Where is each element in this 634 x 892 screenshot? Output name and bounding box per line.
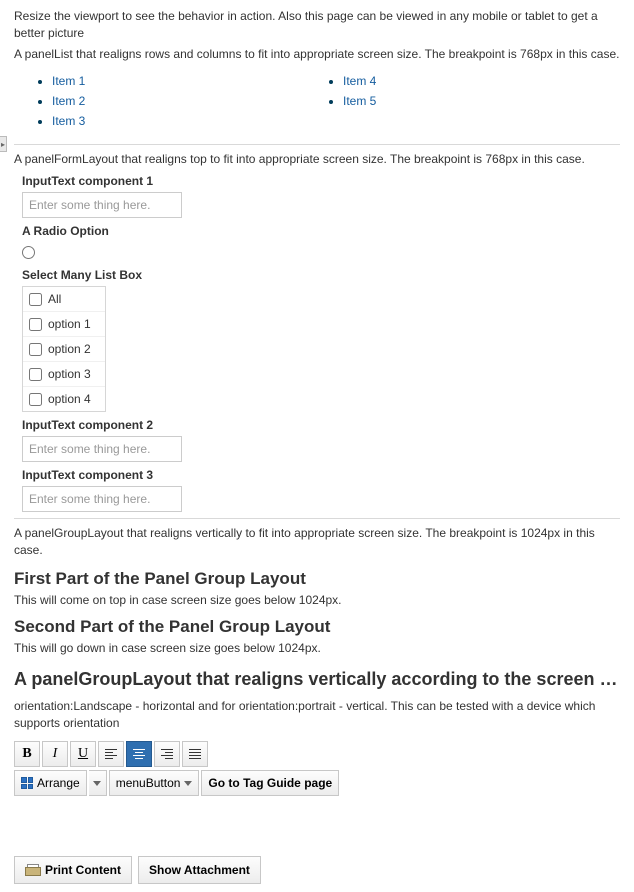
- printer-icon: [25, 864, 39, 876]
- select-many-listbox: All option 1 option 2 option 3 option 4: [22, 286, 106, 412]
- orientation-title: A panelGroupLayout that realigns vertica…: [14, 669, 620, 690]
- input1-field[interactable]: [22, 192, 182, 218]
- panel-list-item[interactable]: Item 3: [52, 114, 85, 128]
- menu-button-label: menuButton: [116, 776, 181, 790]
- chevron-down-icon: [93, 781, 101, 786]
- panel-list-item[interactable]: Item 4: [343, 74, 376, 88]
- listbox-opt: option 3: [48, 367, 91, 381]
- bold-button[interactable]: B: [14, 741, 40, 767]
- underline-button[interactable]: U: [70, 741, 96, 767]
- divider: [14, 518, 620, 519]
- align-left-button[interactable]: [98, 741, 124, 767]
- input2-label: InputText component 2: [22, 418, 620, 432]
- listbox-check[interactable]: [29, 343, 42, 356]
- listbox-check[interactable]: [29, 293, 42, 306]
- panel-form-desc: A panelFormLayout that realigns top to f…: [14, 151, 620, 168]
- input2-field[interactable]: [22, 436, 182, 462]
- orientation-desc: orientation:Landscape - horizontal and f…: [14, 698, 620, 732]
- radio-label: A Radio Option: [22, 224, 620, 238]
- listbox-check[interactable]: [29, 318, 42, 331]
- page-intro: Resize the viewport to see the behavior …: [14, 8, 620, 42]
- pgl-desc-2: This will go down in case screen size go…: [14, 641, 620, 655]
- listbox-label: Select Many List Box: [22, 268, 620, 282]
- input3-label: InputText component 3: [22, 468, 620, 482]
- listbox-opt: option 4: [48, 392, 91, 406]
- collapse-handle[interactable]: ▸: [0, 136, 7, 152]
- radio-option[interactable]: [22, 246, 35, 259]
- input3-field[interactable]: [22, 486, 182, 512]
- pgl-heading-2: Second Part of the Panel Group Layout: [14, 617, 620, 637]
- listbox-check[interactable]: [29, 393, 42, 406]
- arrange-label: Arrange: [37, 776, 80, 790]
- pgl-heading-1: First Part of the Panel Group Layout: [14, 569, 620, 589]
- menu-button[interactable]: menuButton: [109, 770, 200, 796]
- grid-icon: [21, 777, 33, 789]
- rich-toolbar: B I U Arrange menuButton Go to Tag Guide…: [14, 741, 620, 796]
- italic-button[interactable]: I: [42, 741, 68, 767]
- pgl-desc-1: This will come on top in case screen siz…: [14, 593, 620, 607]
- align-justify-button[interactable]: [182, 741, 208, 767]
- go-to-tag-guide-button[interactable]: Go to Tag Guide page: [201, 770, 339, 796]
- chevron-down-icon: [184, 781, 192, 786]
- panel-list-item[interactable]: Item 1: [52, 74, 85, 88]
- align-right-button[interactable]: [154, 741, 180, 767]
- listbox-check[interactable]: [29, 368, 42, 381]
- listbox-opt: option 1: [48, 317, 91, 331]
- listbox-opt: option 2: [48, 342, 91, 356]
- print-label: Print Content: [45, 863, 121, 877]
- listbox-opt: All: [48, 292, 61, 306]
- show-attachment-button[interactable]: Show Attachment: [138, 856, 261, 884]
- panel-list-item[interactable]: Item 2: [52, 94, 85, 108]
- align-center-button[interactable]: [126, 741, 152, 767]
- arrange-button[interactable]: Arrange: [14, 770, 87, 796]
- print-content-button[interactable]: Print Content: [14, 856, 132, 884]
- panel-list-desc: A panelList that realigns rows and colum…: [14, 46, 620, 63]
- divider: [14, 144, 620, 145]
- panel-list-item[interactable]: Item 5: [343, 94, 376, 108]
- panel-list: Item 1 Item 2 Item 3 Item 4 Item 5: [14, 68, 620, 134]
- arrange-split[interactable]: [89, 770, 107, 796]
- input1-label: InputText component 1: [22, 174, 620, 188]
- panel-group-desc: A panelGroupLayout that realigns vertica…: [14, 525, 620, 559]
